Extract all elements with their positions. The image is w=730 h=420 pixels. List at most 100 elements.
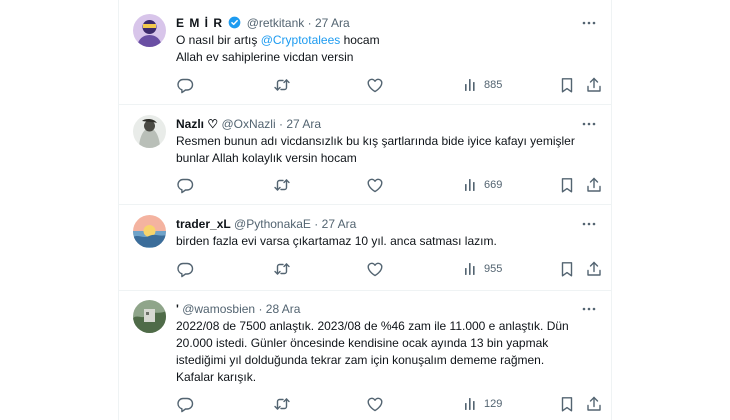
share-icon [585, 395, 603, 413]
retweet-button[interactable] [273, 176, 291, 194]
display-name[interactable]: trader_xL [176, 217, 231, 231]
retweet-button[interactable] [273, 395, 291, 413]
tweet-header: ' @wamosbien · 28 Ara [176, 301, 300, 317]
views-count: 669 [484, 179, 503, 191]
user-handle[interactable]: @wamosbien [182, 302, 255, 316]
text-line: Allah ev sahiplerine vicdan versin [176, 50, 354, 64]
tweet-header: Nazlı ♡ @OxNazli · 27 Ara [176, 116, 321, 132]
like-button[interactable] [366, 260, 384, 278]
bookmark-button[interactable] [558, 176, 576, 194]
share-button[interactable] [585, 176, 603, 194]
views-button[interactable]: 955 [462, 260, 502, 278]
user-handle[interactable]: @retkitank [247, 16, 305, 30]
display-name[interactable]: E M İ R [176, 16, 223, 30]
bookmark-icon [558, 260, 576, 278]
views-icon [462, 76, 480, 94]
views-count: 885 [484, 79, 503, 91]
reply-icon [176, 76, 194, 94]
text-line: 20.000 istedi. Günler öncesinde kendisin… [176, 336, 549, 350]
reply-icon [176, 395, 194, 413]
tweet-text: birden fazla evi varsa çıkartamaz 10 yıl… [176, 233, 596, 250]
user-handle[interactable]: @PythonakaE [234, 217, 311, 231]
reply-button[interactable] [176, 176, 194, 194]
views-button[interactable]: 669 [462, 176, 502, 194]
text-segment: O nasıl bir artış [176, 33, 261, 47]
bookmark-button[interactable] [558, 395, 576, 413]
text-line: birden fazla evi varsa çıkartamaz 10 yıl… [176, 234, 497, 248]
bookmark-icon [558, 395, 576, 413]
retweet-icon [273, 176, 291, 194]
action-bar: 885 [176, 76, 601, 94]
share-icon [585, 176, 603, 194]
more-icon[interactable] [581, 217, 597, 231]
tweet-header: E M İ R @retkitank · 27 Ara [176, 15, 350, 33]
reply-button[interactable] [176, 260, 194, 278]
more-icon[interactable] [581, 302, 597, 316]
views-count: 955 [484, 263, 503, 275]
views-icon [462, 260, 480, 278]
retweet-icon [273, 395, 291, 413]
views-icon [462, 176, 480, 194]
tweet-text: Resmen bunun adı vicdansızlık bu kış şar… [176, 133, 596, 167]
tweet[interactable]: trader_xL @PythonakaE · 27 Ara birden fa… [119, 205, 611, 291]
display-name[interactable]: ' [176, 302, 179, 316]
share-button[interactable] [585, 76, 603, 94]
avatar[interactable] [133, 300, 166, 333]
views-button[interactable]: 885 [462, 76, 502, 94]
more-icon[interactable] [581, 16, 597, 30]
action-bar: 955 [176, 260, 601, 278]
verified-badge-icon [228, 16, 241, 33]
tweet[interactable]: ' @wamosbien · 28 Ara 2022/08 de 7500 an… [119, 291, 611, 420]
action-bar: 129 [176, 395, 601, 413]
share-icon [585, 76, 603, 94]
bookmark-button[interactable] [558, 260, 576, 278]
text-line: 2022/08 de 7500 anlaştık. 2023/08 de %46… [176, 319, 569, 333]
avatar[interactable] [133, 215, 166, 248]
reply-button[interactable] [176, 76, 194, 94]
tweet-feed: E M İ R @retkitank · 27 Ara O nasıl bir … [0, 0, 730, 420]
reply-button[interactable] [176, 395, 194, 413]
bookmark-icon [558, 176, 576, 194]
text-line: bunlar Allah kolaylık versin hocam [176, 151, 357, 165]
like-button[interactable] [366, 176, 384, 194]
retweet-button[interactable] [273, 260, 291, 278]
share-button[interactable] [585, 260, 603, 278]
retweet-button[interactable] [273, 76, 291, 94]
retweet-icon [273, 260, 291, 278]
views-count: 129 [484, 398, 503, 410]
tweet-date[interactable]: 27 Ara [286, 117, 321, 131]
display-name[interactable]: Nazlı ♡ [176, 117, 218, 131]
views-button[interactable]: 129 [462, 395, 502, 413]
tweet[interactable]: Nazlı ♡ @OxNazli · 27 Ara Resmen bunun a… [119, 105, 611, 205]
share-button[interactable] [585, 395, 603, 413]
reply-icon [176, 176, 194, 194]
bookmark-icon [558, 76, 576, 94]
tweet[interactable]: E M İ R @retkitank · 27 Ara O nasıl bir … [119, 0, 611, 105]
like-button[interactable] [366, 76, 384, 94]
views-icon [462, 395, 480, 413]
tweet-text: 2022/08 de 7500 anlaştık. 2023/08 de %46… [176, 318, 596, 386]
tweet-text: O nasıl bir artış @Cryptotalees hocam Al… [176, 32, 596, 66]
feed-right-border [611, 0, 612, 420]
like-button[interactable] [366, 395, 384, 413]
retweet-icon [273, 76, 291, 94]
text-line: Resmen bunun adı vicdansızlık bu kış şar… [176, 134, 575, 148]
avatar[interactable] [133, 14, 166, 47]
separator: · [307, 16, 312, 30]
reply-icon [176, 260, 194, 278]
separator: · [314, 217, 319, 231]
more-icon[interactable] [581, 117, 597, 131]
avatar[interactable] [133, 115, 166, 148]
share-icon [585, 260, 603, 278]
text-line: Kafalar karışık. [176, 370, 257, 384]
tweet-date[interactable]: 27 Ara [315, 16, 350, 30]
like-icon [366, 260, 384, 278]
user-handle[interactable]: @OxNazli [221, 117, 275, 131]
mention-link[interactable]: @Cryptotalees [261, 33, 341, 47]
tweet-date[interactable]: 27 Ara [322, 217, 357, 231]
separator: · [258, 302, 263, 316]
bookmark-button[interactable] [558, 76, 576, 94]
tweet-date[interactable]: 28 Ara [266, 302, 301, 316]
tweet-header: trader_xL @PythonakaE · 27 Ara [176, 216, 356, 232]
like-icon [366, 76, 384, 94]
